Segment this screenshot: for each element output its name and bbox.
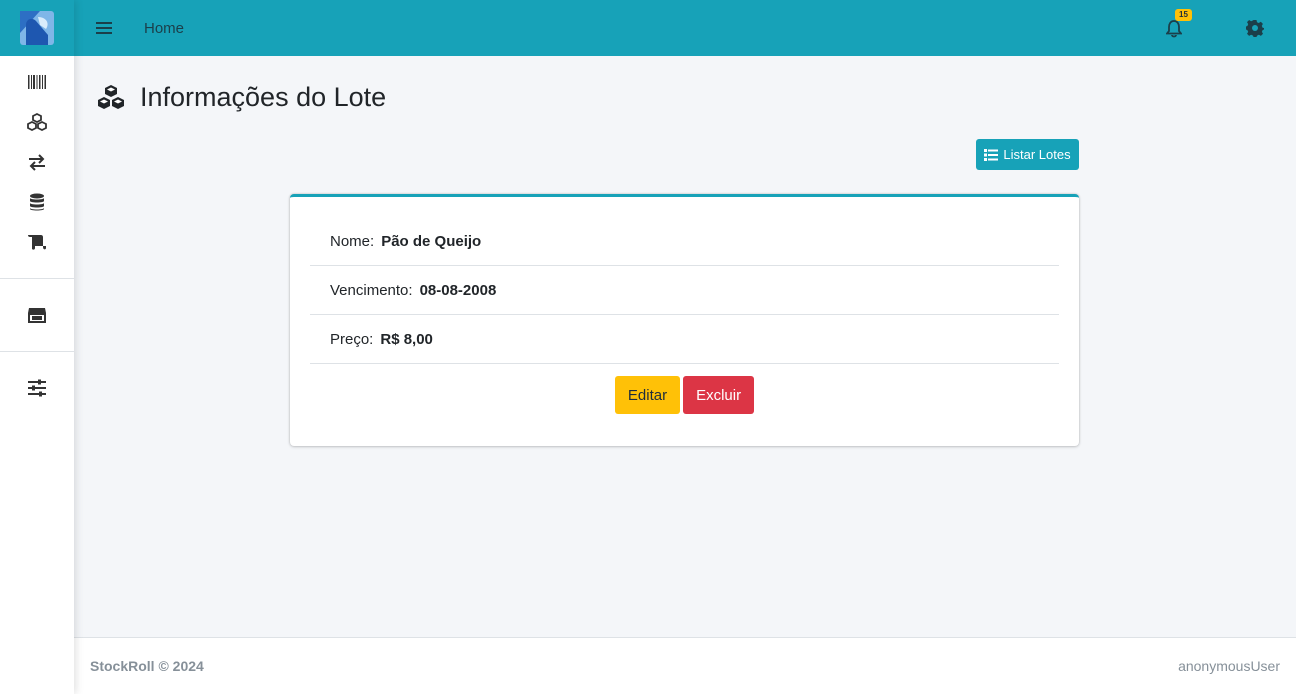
sidebar-item-estoque[interactable] [0,182,74,222]
app-logo-icon[interactable] [20,11,54,45]
footer-brand: StockRoll © 2024 [90,658,204,674]
home-link[interactable]: Home [144,20,184,37]
sidebar-divider [0,351,74,352]
field-label: Nome: [330,232,375,250]
exchange-icon [29,154,45,171]
sidebar-item-loja[interactable] [0,295,74,335]
lote-details-card: Nome: Pão de Queijo Vencimento: 08-08-20… [290,194,1079,446]
listar-lotes-label: Listar Lotes [1003,147,1071,162]
brand-area[interactable] [0,0,74,56]
listar-lotes-button[interactable]: Listar Lotes [976,139,1079,170]
store-icon [28,308,46,323]
cubes-icon [27,112,47,132]
footer-user: anonymousUser [1178,658,1280,674]
database-icon [30,193,44,211]
sidebar-group-settings [0,362,74,414]
list-icon [984,148,999,161]
page-title-text: Informações do Lote [140,82,387,112]
gear-icon [1246,20,1264,37]
field-row-vencimento: Vencimento: 08-08-2008 [310,266,1059,315]
sliders-icon [28,379,46,397]
sidebar-divider [0,278,74,279]
field-row-preco: Preço: R$ 8,00 [310,315,1059,364]
sidebar-item-configuracoes[interactable] [0,368,74,408]
main-content: Informações do Lote Listar Lotes Nome: P… [74,56,1296,637]
field-value: R$ 8,00 [380,330,433,348]
cubes-icon [98,84,124,109]
editar-button[interactable]: Editar [614,376,681,414]
sidebar-group-store [0,289,74,341]
sidebar [0,0,74,694]
sidebar-group-main [0,56,74,268]
topbar-right: 15 [1165,9,1296,38]
field-row-nome: Nome: Pão de Queijo [310,217,1059,266]
sidebar-item-movimentacoes[interactable] [0,142,74,182]
top-navbar: Home 15 [74,0,1296,56]
settings-button[interactable] [1246,18,1266,38]
field-label: Preço: [330,330,374,348]
sidebar-item-barcode[interactable] [0,62,74,102]
menu-toggle-button[interactable] [96,21,116,35]
notification-badge: 15 [1175,9,1192,21]
page-title: Informações do Lote [96,82,386,113]
field-label: Vencimento: [330,281,413,299]
notifications-button[interactable]: 15 [1165,9,1192,38]
field-value: 08-08-2008 [419,281,497,299]
hamburger-icon [96,22,112,34]
barcode-icon [28,75,46,89]
sidebar-item-lotes[interactable] [0,102,74,142]
excluir-button[interactable]: Excluir [683,376,755,414]
card-actions: Editar Excluir [290,376,1079,414]
bell-icon [1165,20,1183,38]
footer: StockRoll © 2024 anonymousUser [74,637,1296,694]
scroll-icon [28,235,46,250]
sidebar-item-relatorios[interactable] [0,222,74,262]
field-value: Pão de Queijo [381,232,482,250]
